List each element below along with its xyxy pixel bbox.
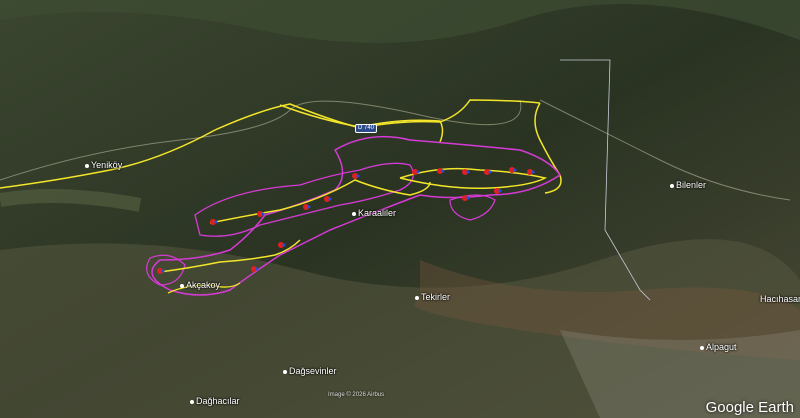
place-karaaliler: Karaaliler — [352, 208, 396, 218]
place-akcakoy: Akçakoy — [180, 280, 220, 290]
place-bilenler: Bilenler — [670, 180, 706, 190]
place-alpagut: Alpagut — [700, 342, 737, 352]
satellite-imagery — [0, 0, 800, 418]
place-tekirler: Tekirler — [415, 292, 450, 302]
google-earth-logo: Google Earth — [705, 399, 794, 416]
place-yenikoy: Yeniköy — [85, 160, 122, 170]
place-hacihasan: Hacıhasan — [760, 294, 800, 304]
place-dagsevinler: Dağsevinler — [283, 366, 337, 376]
map-view[interactable]: Yeniköy Karaaliler Akçakoy Tekirler Alpa… — [0, 0, 800, 418]
road-shield: D 740 — [355, 124, 378, 133]
imagery-attribution: Image © 2026 Airbus — [328, 392, 385, 398]
place-daghacilar: Dağhacılar — [190, 396, 240, 406]
